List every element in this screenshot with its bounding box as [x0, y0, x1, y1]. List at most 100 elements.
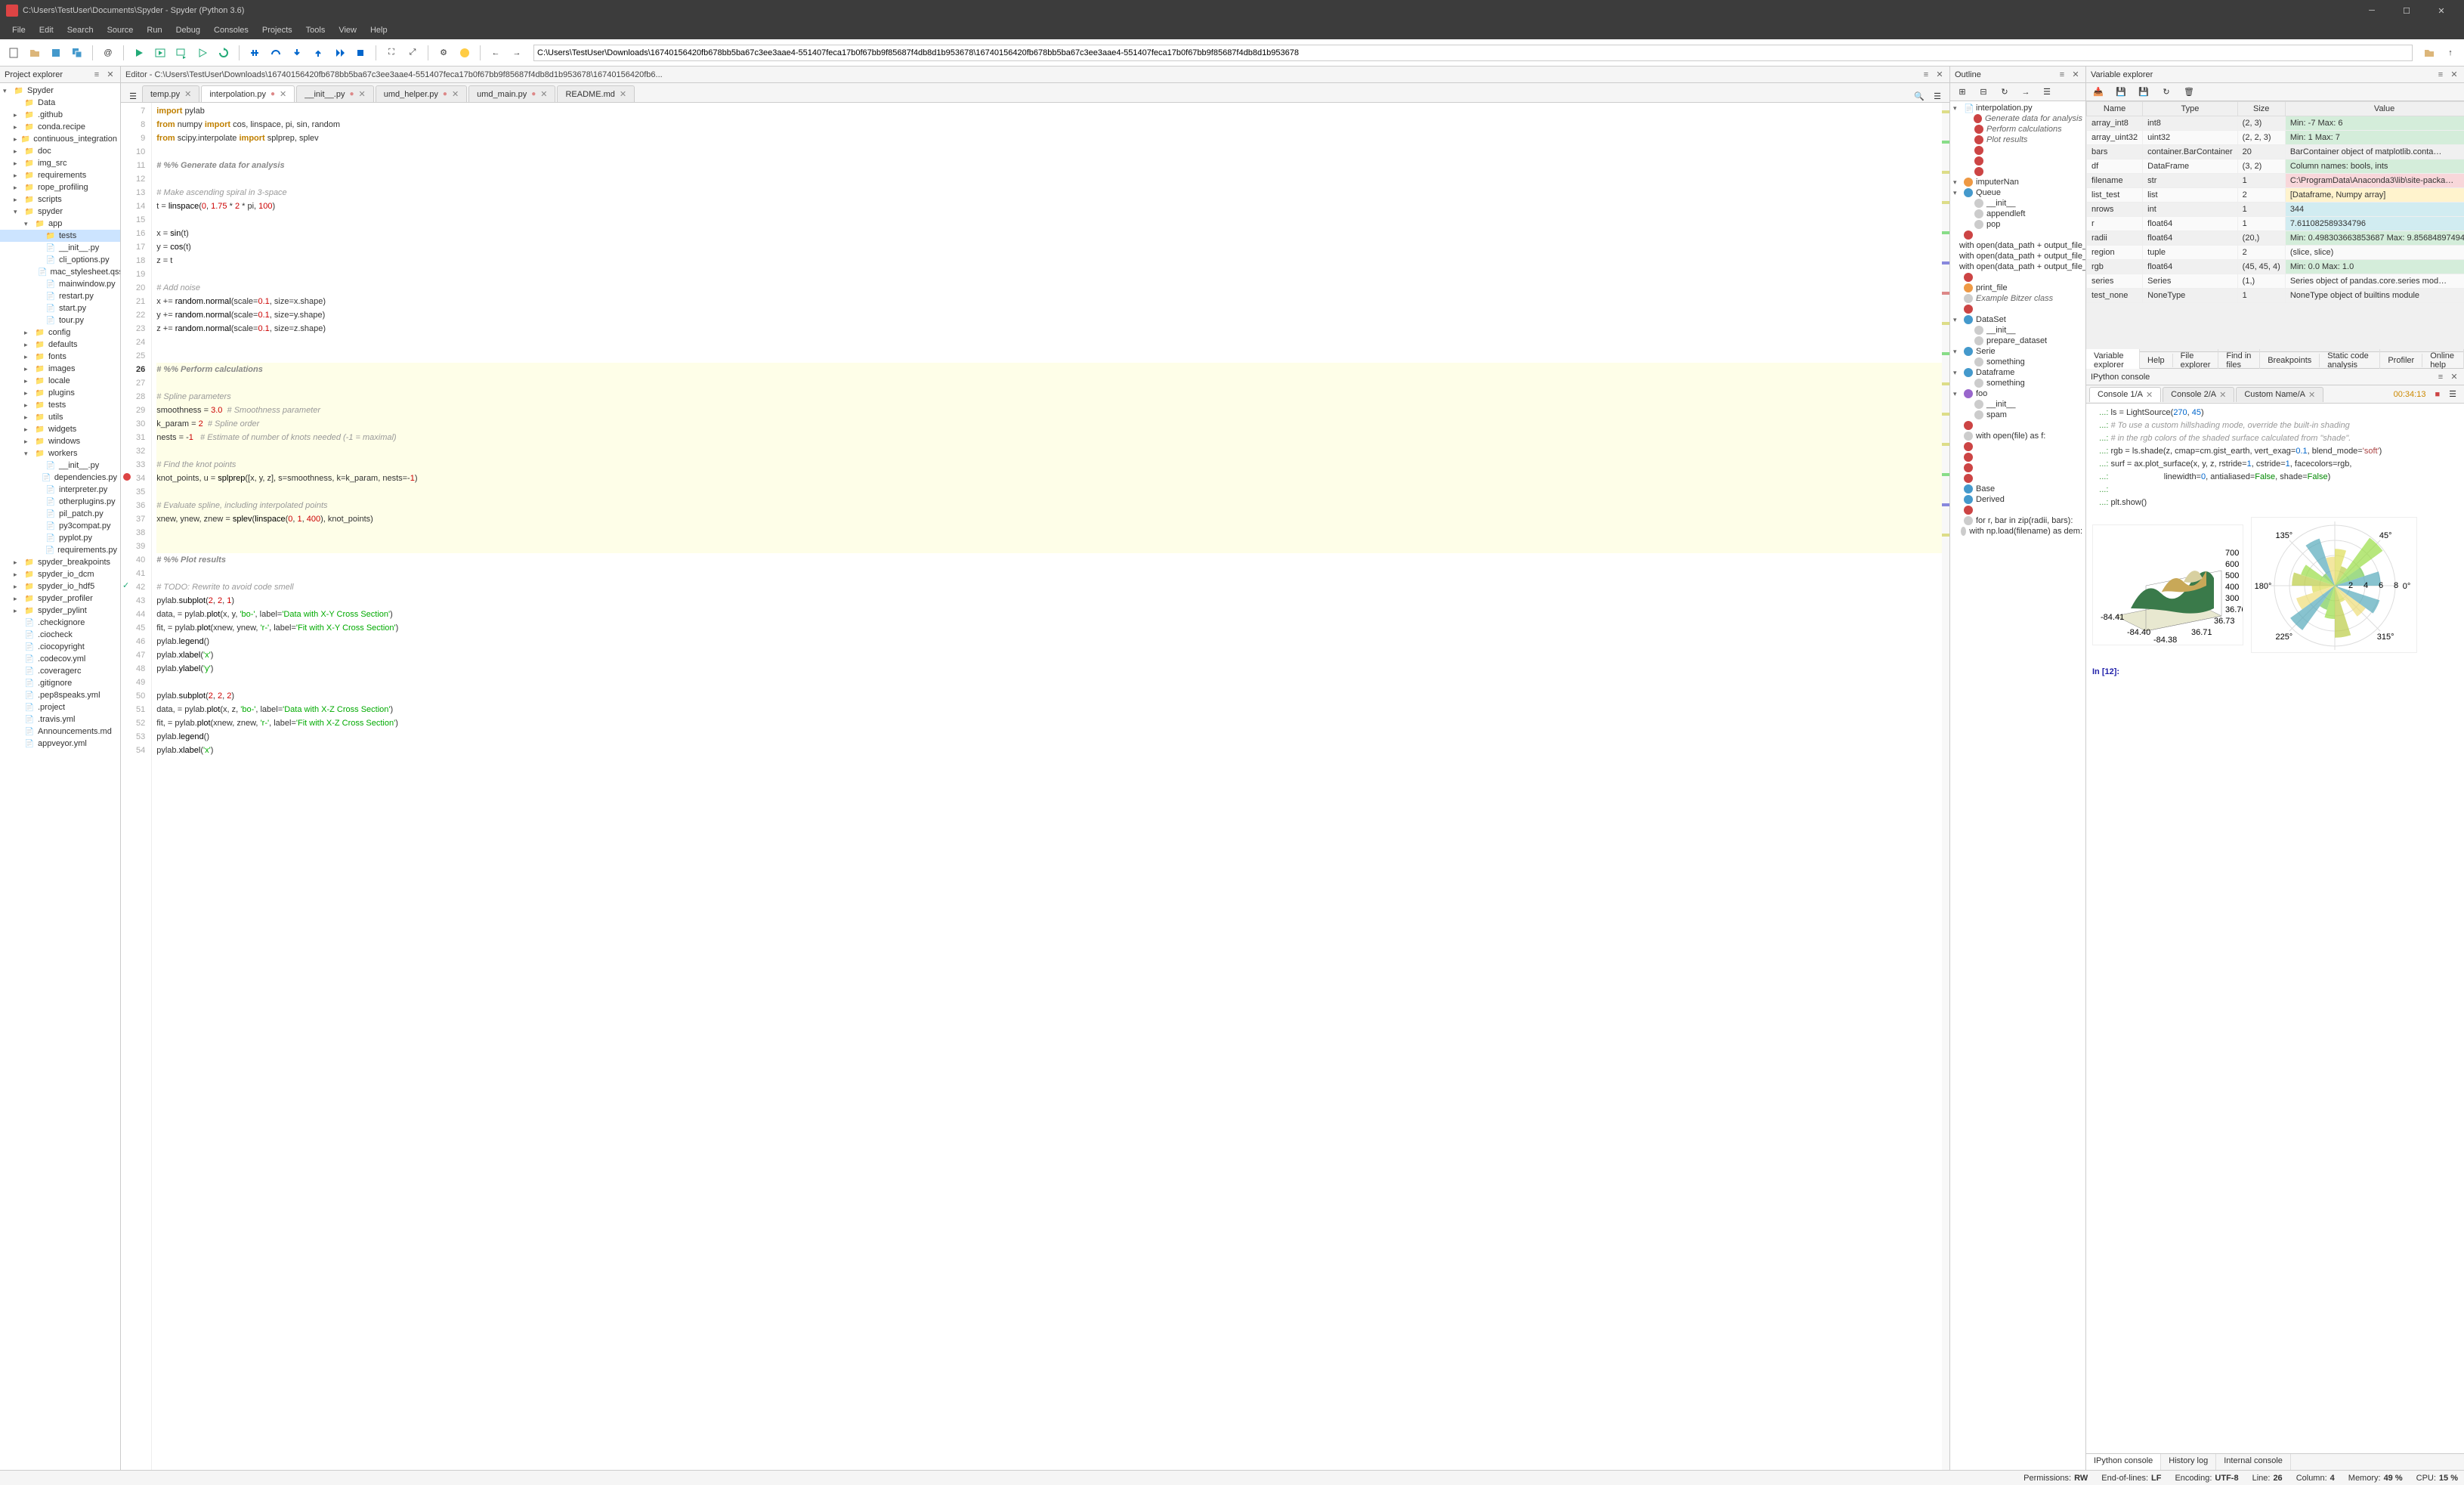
save-icon[interactable]	[47, 44, 65, 62]
refresh-vars-icon[interactable]: ↻	[2157, 83, 2175, 101]
outline-item[interactable]	[1950, 156, 2085, 166]
run-icon[interactable]	[130, 44, 148, 62]
tree-item[interactable]: ▸📁fonts	[0, 351, 120, 363]
tab-close-icon[interactable]: ✕	[452, 89, 459, 99]
maximize-pane-icon[interactable]: ⛶	[382, 44, 400, 62]
menu-tools[interactable]: Tools	[300, 24, 332, 36]
editor-tab[interactable]: interpolation.py●✕	[201, 85, 295, 102]
ipython-bottom-tab[interactable]: History log	[2161, 1454, 2216, 1470]
outline-item[interactable]: Perform calculations	[1950, 124, 2085, 135]
fullscreen-icon[interactable]: ⤢	[403, 44, 422, 62]
step-into-icon[interactable]	[288, 44, 306, 62]
menu-file[interactable]: File	[6, 24, 32, 36]
variable-row[interactable]: rgbfloat64(45, 45, 4)Min: 0.0 Max: 1.0	[2087, 260, 2464, 274]
varexp-tab[interactable]: File explorer	[2173, 349, 2219, 372]
tree-item[interactable]: 📄.pep8speaks.yml	[0, 689, 120, 701]
tab-list-icon[interactable]: ☰	[127, 90, 139, 102]
console-options-icon[interactable]: ☰	[2444, 389, 2461, 399]
outline-item[interactable]	[1950, 166, 2085, 177]
menu-search[interactable]: Search	[61, 24, 100, 36]
variable-row[interactable]: list_testlist2[Dataframe, Numpy array]	[2087, 188, 2464, 203]
outline-item[interactable]: ▾Serie	[1950, 346, 2085, 357]
outline-goto-icon[interactable]: →	[2017, 83, 2035, 101]
tree-item[interactable]: ▸📁config	[0, 326, 120, 339]
debug-icon[interactable]	[246, 44, 264, 62]
tree-item[interactable]: ▸📁conda.recipe	[0, 121, 120, 133]
tree-item[interactable]: 📄__init__.py	[0, 459, 120, 472]
editor-tab[interactable]: __init__.py●✕	[296, 85, 373, 102]
outline-item[interactable]: ▾DataSet	[1950, 314, 2085, 325]
tree-item[interactable]: ▸📁plugins	[0, 387, 120, 399]
varexp-close-icon[interactable]: ✕	[2449, 70, 2459, 80]
outline-item[interactable]	[1950, 505, 2085, 515]
tree-item[interactable]: 📄interpreter.py	[0, 484, 120, 496]
tree-item[interactable]: ▾📁app	[0, 218, 120, 230]
tree-item[interactable]: 📄.project	[0, 701, 120, 713]
tree-item[interactable]: ▸📁spyder_profiler	[0, 592, 120, 605]
run-selection-icon[interactable]	[193, 44, 212, 62]
tree-item[interactable]: ▸📁images	[0, 363, 120, 375]
variable-row[interactable]: filenamestr1C:\ProgramData\Anaconda3\lib…	[2087, 174, 2464, 188]
variable-row[interactable]: rfloat6417.611082589334796	[2087, 217, 2464, 231]
editor-tab[interactable]: temp.py✕	[142, 85, 199, 102]
outline-item[interactable]: Base	[1950, 484, 2085, 494]
tree-item[interactable]: ▸📁utils	[0, 411, 120, 423]
clear-vars-icon[interactable]: 🗑	[2180, 83, 2198, 101]
browse-dir-icon[interactable]	[2420, 44, 2438, 62]
project-tree[interactable]: ▾📁Spyder📁Data▸📁.github▸📁conda.recipe▸📁co…	[0, 83, 120, 1470]
outline-sort-icon[interactable]: ☰	[2038, 83, 2056, 101]
outline-item[interactable]	[1950, 145, 2085, 156]
minimize-button[interactable]: ─	[2355, 0, 2388, 21]
varexp-tab[interactable]: Breakpoints	[2260, 354, 2320, 367]
tree-item[interactable]: 📄pyplot.py	[0, 532, 120, 544]
menu-run[interactable]: Run	[141, 24, 168, 36]
editor-options-icon[interactable]: ≡	[1921, 70, 1931, 80]
varexp-tab[interactable]: Variable explorer	[2086, 349, 2140, 372]
print-icon[interactable]: @	[99, 44, 117, 62]
tree-item[interactable]: 📁tests	[0, 230, 120, 242]
tree-item[interactable]: ▸📁continuous_integration	[0, 133, 120, 145]
tree-item[interactable]: 📄py3compat.py	[0, 520, 120, 532]
outline-item[interactable]: for r, bar in zip(radii, bars):	[1950, 515, 2085, 526]
outline-expand-icon[interactable]: ⊞	[1953, 83, 1971, 101]
ipython-bottom-tab[interactable]: Internal console	[2216, 1454, 2291, 1470]
editor-tab[interactable]: umd_helper.py●✕	[376, 85, 467, 102]
tree-item[interactable]: 📄Announcements.md	[0, 725, 120, 738]
outline-item[interactable]: something	[1950, 357, 2085, 367]
tree-item[interactable]: 📄.coveragerc	[0, 665, 120, 677]
tree-item[interactable]: ▸📁scripts	[0, 193, 120, 206]
working-dir-input[interactable]	[533, 45, 2413, 61]
pane-options-icon[interactable]: ≡	[91, 70, 102, 80]
menu-source[interactable]: Source	[101, 24, 140, 36]
outline-refresh-icon[interactable]: ↻	[1996, 83, 2014, 101]
outline-item[interactable]: Derived	[1950, 494, 2085, 505]
tab-close-icon[interactable]: ✕	[184, 89, 191, 99]
tree-item[interactable]: 📄.gitignore	[0, 677, 120, 689]
tree-item[interactable]: ▸📁spyder_io_dcm	[0, 568, 120, 580]
ipython-close-icon[interactable]: ✕	[2449, 372, 2459, 382]
ipython-console[interactable]: ...: ls = LightSource(270, 45) ...: # To…	[2086, 404, 2464, 1453]
outline-item[interactable]: __init__	[1950, 198, 2085, 209]
import-data-icon[interactable]: 📥	[2089, 83, 2107, 101]
outline-item[interactable]: ▾📄interpolation.py	[1950, 103, 2085, 113]
variable-row[interactable]: array_int8int8(2, 3)Min: -7 Max: 6	[2087, 116, 2464, 131]
tree-item[interactable]: ▾📁spyder	[0, 206, 120, 218]
tree-item[interactable]: 📄mainwindow.py	[0, 278, 120, 290]
outline-item[interactable]	[1950, 272, 2085, 283]
tree-item[interactable]: 📄.travis.yml	[0, 713, 120, 725]
run-cell-advance-icon[interactable]	[172, 44, 190, 62]
menu-consoles[interactable]: Consoles	[208, 24, 255, 36]
stop-debug-icon[interactable]	[351, 44, 369, 62]
outline-close-icon[interactable]: ✕	[2070, 70, 2081, 80]
outline-options-icon[interactable]: ≡	[2057, 70, 2067, 80]
save-data-as-icon[interactable]: 💾	[2135, 83, 2153, 101]
tree-item[interactable]: 📄dependencies.py	[0, 472, 120, 484]
save-all-icon[interactable]	[68, 44, 86, 62]
tree-item[interactable]: 📄cli_options.py	[0, 254, 120, 266]
menu-help[interactable]: Help	[364, 24, 394, 36]
outline-item[interactable]: Example Bitzer class	[1950, 293, 2085, 304]
tree-item[interactable]: 📄start.py	[0, 302, 120, 314]
code-editor[interactable]: ✓ 78910111213141516171819202122232425262…	[121, 103, 1949, 1470]
outline-item[interactable]: ▾imputerNan	[1950, 177, 2085, 187]
variable-row[interactable]: barscontainer.BarContainer20BarContainer…	[2087, 145, 2464, 159]
